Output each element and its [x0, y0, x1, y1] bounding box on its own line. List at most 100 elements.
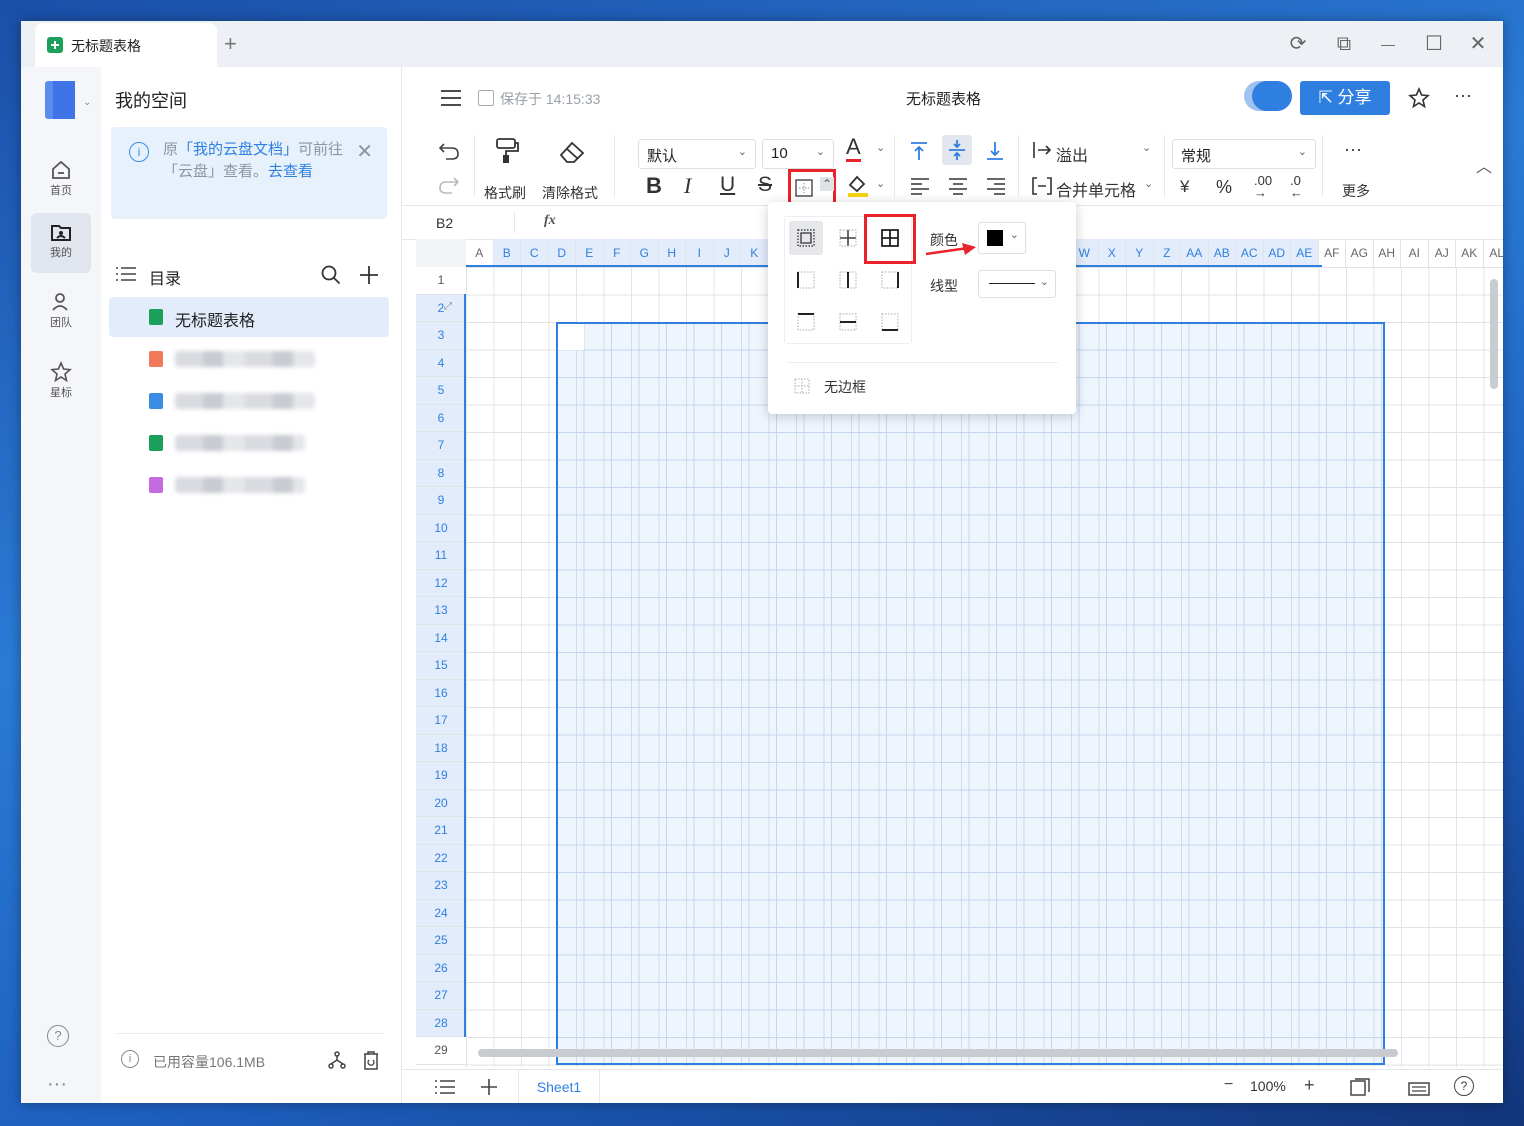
file-item[interactable]: 无标题表格 [109, 297, 389, 337]
vertical-center-border-option[interactable] [831, 263, 865, 297]
row-header-cell[interactable]: 4 [416, 349, 466, 377]
rail-item-team[interactable]: 团队 [31, 283, 91, 343]
chevron-up-icon[interactable]: ⌃ [820, 177, 835, 191]
sheet-tab[interactable]: Sheet1 [518, 1070, 600, 1103]
chevron-down-icon[interactable]: ⌄ [876, 141, 885, 154]
chevron-down-icon[interactable]: ⌄ [876, 177, 885, 190]
row-header-cell[interactable]: 9 [416, 487, 466, 515]
close-icon[interactable]: ✕ [356, 139, 373, 164]
top-border-option[interactable] [789, 305, 823, 339]
horizontal-center-border-option[interactable] [831, 305, 865, 339]
row-header-cell[interactable]: 27 [416, 982, 466, 1010]
row-header-cell[interactable]: 21 [416, 817, 466, 845]
number-format-select[interactable]: 常规 ⌄ [1172, 139, 1316, 169]
decrease-decimal-icon[interactable]: .0 ← [1290, 174, 1303, 199]
row-header-cell[interactable]: 18 [416, 734, 466, 762]
format-painter-label[interactable]: 格式刷 [484, 183, 526, 203]
zoom-level[interactable]: 100% [1250, 1078, 1286, 1094]
overflow-label[interactable]: 溢出 [1056, 142, 1088, 166]
merge-cells-icon[interactable] [1032, 177, 1052, 195]
row-header-cell[interactable]: 2 [416, 294, 466, 322]
redo-icon[interactable] [438, 175, 460, 195]
add-sheet-icon[interactable] [480, 1078, 498, 1096]
chevron-down-icon[interactable]: ⌄ [83, 97, 91, 108]
align-left-icon[interactable] [910, 177, 930, 195]
add-icon[interactable] [359, 265, 379, 285]
row-header-cell[interactable]: 26 [416, 954, 466, 982]
row-header-cell[interactable]: 23 [416, 872, 466, 900]
file-item[interactable] [109, 465, 389, 505]
underline-button[interactable]: U [720, 173, 735, 197]
column-header-cell[interactable]: H [658, 239, 686, 267]
rail-item-mine[interactable]: 我的 [31, 213, 91, 273]
increase-decimal-icon[interactable]: .00 → [1254, 174, 1272, 199]
row-header-cell[interactable]: 6 [416, 404, 466, 432]
file-item[interactable] [109, 423, 389, 463]
row-header-cell[interactable]: 8 [416, 459, 466, 487]
close-button[interactable]: ✕ [1465, 31, 1491, 57]
bold-button[interactable]: B [646, 173, 662, 199]
column-header-cell[interactable]: K [741, 239, 769, 267]
column-header-cell[interactable]: F [603, 239, 631, 267]
row-header-cell[interactable]: 29 [416, 1037, 466, 1065]
sync-icon[interactable]: ⟳ [1285, 31, 1311, 57]
maximize-button[interactable]: ☐ [1421, 31, 1447, 57]
file-item[interactable] [109, 381, 389, 421]
column-header-cell[interactable]: X [1098, 239, 1126, 267]
more-label[interactable]: 更多 [1342, 181, 1370, 201]
pip-icon[interactable]: ⧉ [1331, 31, 1357, 57]
line-type-select[interactable]: ⌄ [978, 270, 1056, 298]
row-header-cell[interactable]: 12 [416, 569, 466, 597]
help-icon[interactable]: ? [1454, 1076, 1474, 1096]
cloud-docs-link[interactable]: 「我的云盘文档」 [178, 141, 298, 158]
font-select[interactable]: 默认 ⌄ [638, 139, 756, 169]
currency-button[interactable]: ¥ [1180, 177, 1189, 197]
row-header-cell[interactable]: 5 [416, 377, 466, 405]
row-header-cell[interactable]: 25 [416, 927, 466, 955]
sheet-list-icon[interactable] [434, 1079, 456, 1095]
column-header-cell[interactable]: AB [1208, 239, 1236, 267]
column-header-cell[interactable]: I [686, 239, 714, 267]
column-header-cell[interactable]: AG [1346, 239, 1374, 267]
percent-button[interactable]: % [1216, 177, 1232, 198]
all-borders-selected-option[interactable] [789, 221, 823, 255]
clear-format-label[interactable]: 清除格式 [542, 183, 598, 203]
more-icon[interactable]: ··· [47, 1073, 67, 1096]
inner-border-option[interactable] [831, 221, 865, 255]
go-view-link[interactable]: 去查看 [268, 163, 313, 180]
row-header-cell[interactable]: 7 [416, 432, 466, 460]
zoom-in-button[interactable]: + [1304, 1075, 1315, 1096]
help-icon[interactable]: ? [47, 1025, 69, 1047]
row-header-cell[interactable]: 13 [416, 597, 466, 625]
document-tab[interactable]: 无标题表格 [35, 23, 217, 67]
share-button[interactable]: ⇱ 分享 [1300, 81, 1390, 115]
share-tree-icon[interactable] [327, 1050, 347, 1070]
row-header-cell[interactable]: 10 [416, 514, 466, 542]
more-icon[interactable]: ··· [1454, 85, 1472, 106]
column-header-cell[interactable]: AC [1236, 239, 1264, 267]
align-bottom-icon[interactable] [986, 141, 1004, 161]
strikethrough-button[interactable]: S [758, 173, 772, 197]
row-header-cell[interactable]: 24 [416, 899, 466, 927]
left-border-option[interactable] [789, 263, 823, 297]
column-header-cell[interactable]: AA [1181, 239, 1209, 267]
column-header-cell[interactable]: G [631, 239, 659, 267]
column-header-cell[interactable]: D [548, 239, 576, 267]
chevron-down-icon[interactable]: ⌄ [1144, 177, 1153, 190]
row-header-cell[interactable]: 1 [416, 267, 466, 295]
row-header-cell[interactable]: 15 [416, 652, 466, 680]
column-header-cell[interactable]: AK [1456, 239, 1484, 267]
rail-item-home[interactable]: 首页 [31, 151, 91, 211]
format-painter-icon[interactable] [494, 137, 520, 165]
avatar[interactable] [1252, 81, 1292, 111]
minimize-button[interactable]: — [1375, 31, 1401, 57]
no-border-option[interactable]: 无边框 [824, 377, 866, 397]
vertical-scrollbar[interactable] [1490, 279, 1498, 389]
active-cell[interactable] [558, 324, 584, 350]
bottom-border-option[interactable] [873, 305, 907, 339]
row-header-cell[interactable]: 16 [416, 679, 466, 707]
align-top-icon[interactable] [910, 141, 928, 161]
align-right-icon[interactable] [986, 177, 1006, 195]
rail-item-star[interactable]: 星标 [31, 353, 91, 413]
more-icon[interactable]: ··· [1344, 139, 1362, 160]
